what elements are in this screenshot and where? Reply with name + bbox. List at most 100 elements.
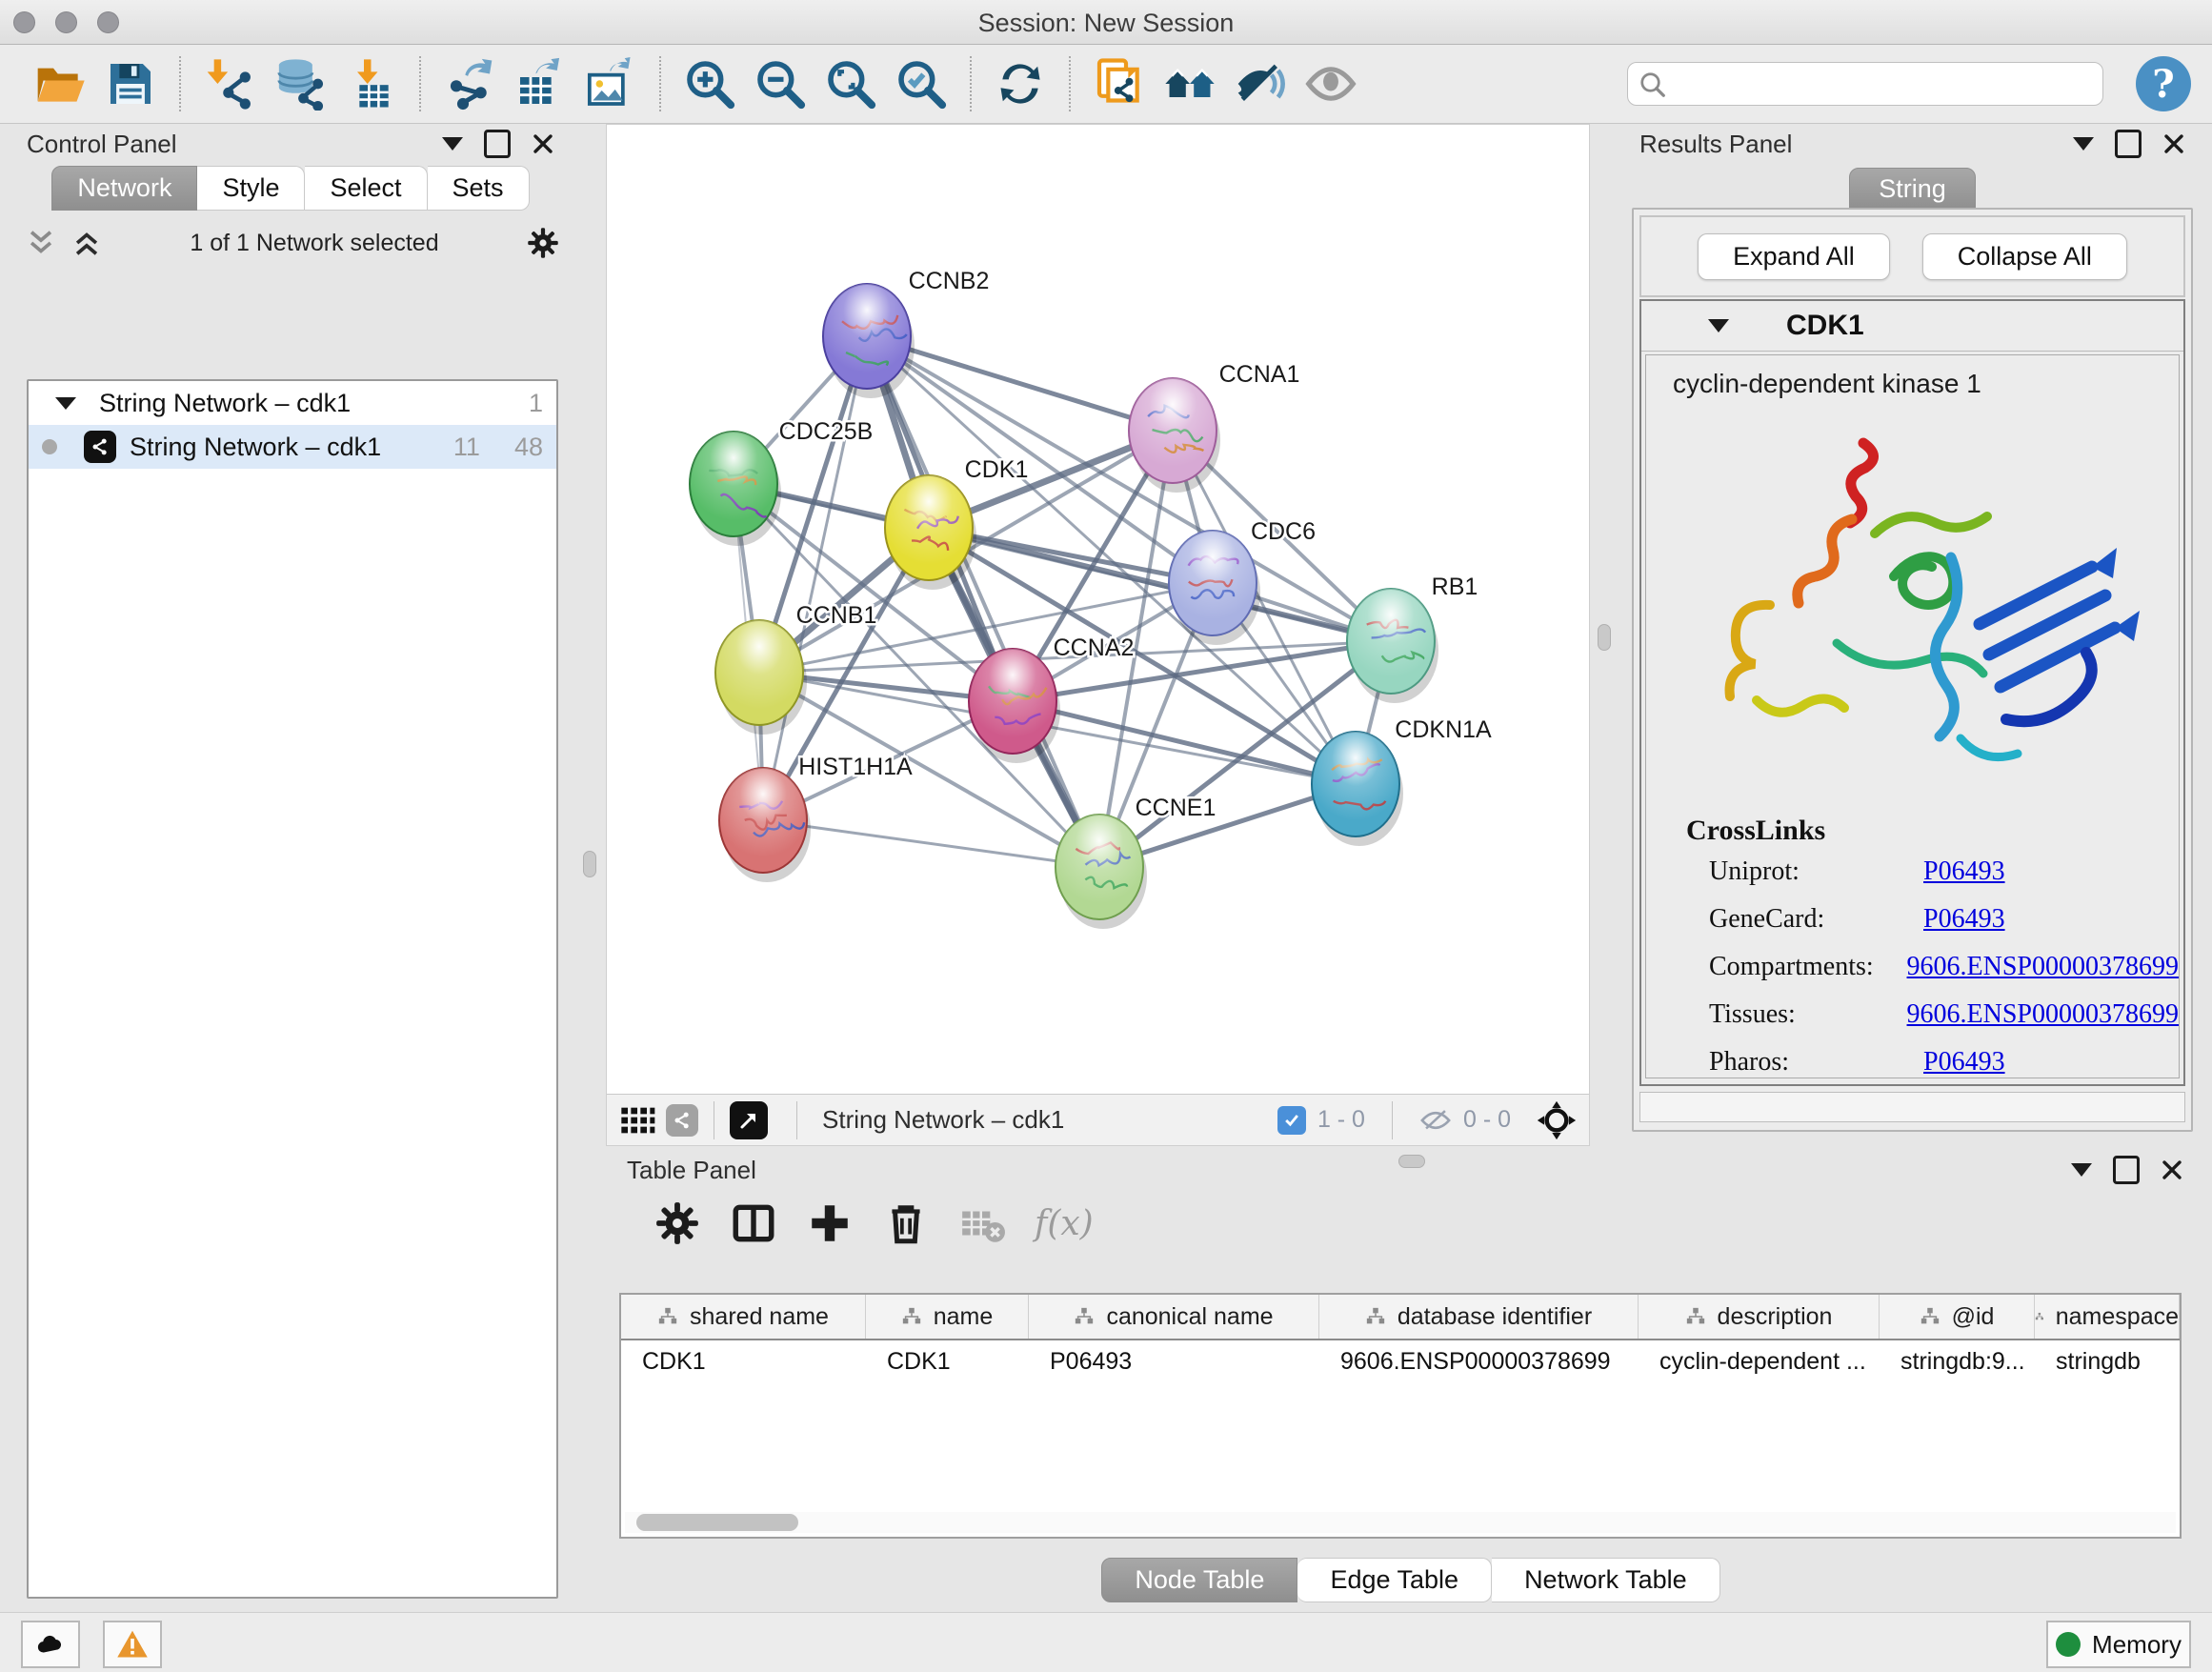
collapse-all-icon[interactable] (25, 227, 57, 259)
gear-icon[interactable] (526, 226, 560, 260)
crosslink-link[interactable]: 9606.ENSP00000378699 (1907, 952, 2179, 982)
help-button[interactable]: ? (2136, 56, 2191, 111)
node-table[interactable]: shared namenamecanonical namedatabase id… (619, 1293, 2182, 1539)
show-all-icon[interactable] (1304, 57, 1357, 111)
show-columns-icon[interactable] (730, 1199, 777, 1247)
column-header--id[interactable]: @id (1880, 1295, 2035, 1339)
export-table-icon[interactable] (513, 57, 567, 111)
import-table-icon[interactable] (344, 57, 397, 111)
tab-network[interactable]: Network (51, 166, 197, 211)
crosslink-link[interactable]: P06493 (1923, 856, 2005, 887)
network-node-rb1[interactable]: RB1 (1347, 574, 1478, 703)
add-column-icon[interactable] (806, 1199, 854, 1247)
refresh-icon[interactable] (994, 57, 1047, 111)
network-view[interactable]: CCNB2CCNA1CDC25BCDK1CDC6RB1CCNB1CCNA2CDK… (606, 124, 1590, 1146)
tab-select[interactable]: Select (305, 166, 427, 211)
open-session-icon[interactable] (33, 57, 87, 111)
float-panel-icon[interactable] (484, 130, 511, 158)
zoom-out-icon[interactable] (754, 57, 807, 111)
tab-string[interactable]: String (1849, 168, 1976, 211)
column-header-description[interactable]: description (1639, 1295, 1880, 1339)
network-node-hist1h1a[interactable]: HIST1H1A (719, 754, 913, 882)
network-node-cdk1[interactable]: CDK1 (885, 456, 1028, 590)
zoom-selected-icon[interactable] (895, 57, 948, 111)
column-header-shared-name[interactable]: shared name (621, 1295, 866, 1339)
table-row[interactable]: CDK1CDK1P064939606.ENSP00000378699cyclin… (621, 1340, 2180, 1382)
cell--id[interactable]: stringdb:9... (1880, 1340, 2035, 1382)
cloud-status-button[interactable] (21, 1621, 80, 1668)
close-panel-icon[interactable] (532, 132, 554, 155)
close-panel-icon[interactable] (2162, 132, 2185, 155)
crosslink-link[interactable]: P06493 (1923, 904, 2005, 935)
hide-selected-icon[interactable] (1234, 57, 1287, 111)
grid-view-icon[interactable] (618, 1101, 656, 1139)
tab-edge-table[interactable]: Edge Table (1297, 1558, 1492, 1602)
network-collection-row[interactable]: String Network – cdk1 1 (29, 381, 556, 425)
export-image-icon[interactable] (584, 57, 637, 111)
memory-button[interactable]: Memory (2046, 1621, 2191, 1668)
network-node-ccna2[interactable]: CCNA2 (969, 635, 1134, 763)
crosslink-link[interactable]: 9606.ENSP00000378699 (1907, 999, 2179, 1030)
network-node-cdkn1a[interactable]: CDKN1A (1312, 716, 1492, 846)
network-node-ccne1[interactable]: CCNE1 (1056, 795, 1216, 929)
vertical-splitter-handle[interactable] (583, 851, 596, 877)
tab-sets[interactable]: Sets (428, 166, 530, 211)
column-header-namespace[interactable]: namespace (2035, 1295, 2180, 1339)
collapse-all-button[interactable]: Collapse All (1922, 233, 2127, 280)
tree-expand-icon[interactable] (55, 397, 76, 410)
collapse-panel-icon[interactable] (442, 137, 463, 151)
tab-node-table[interactable]: Node Table (1101, 1558, 1297, 1602)
export-network-icon[interactable] (443, 57, 496, 111)
scrollbar-thumb[interactable] (636, 1514, 798, 1531)
tab-network-table[interactable]: Network Table (1492, 1558, 1720, 1602)
close-panel-icon[interactable] (2161, 1158, 2183, 1181)
import-network-icon[interactable] (203, 57, 256, 111)
cell-database-identifier[interactable]: 9606.ENSP00000378699 (1319, 1340, 1639, 1382)
navigate-crosshair-icon[interactable] (1536, 1099, 1578, 1141)
network-row[interactable]: String Network – cdk1 11 48 (29, 425, 556, 469)
search-input[interactable] (1627, 62, 2103, 106)
expand-all-icon[interactable] (70, 227, 103, 259)
vertical-splitter-handle[interactable] (1598, 624, 1611, 651)
expand-all-button[interactable]: Expand All (1698, 233, 1890, 280)
column-header-database-identifier[interactable]: database identifier (1319, 1295, 1639, 1339)
search-field[interactable] (1627, 62, 2103, 106)
table-horizontal-scrollbar[interactable] (625, 1512, 2176, 1533)
network-edge[interactable] (763, 820, 1099, 867)
tab-style[interactable]: Style (197, 166, 305, 211)
card-collapse-icon[interactable] (1708, 319, 1729, 332)
save-session-icon[interactable] (104, 57, 157, 111)
cell-namespace[interactable]: stringdb (2035, 1340, 2180, 1382)
zoom-fit-icon[interactable] (824, 57, 877, 111)
cell-canonical-name[interactable]: P06493 (1029, 1340, 1319, 1382)
birds-eye-view-icon[interactable] (730, 1101, 768, 1139)
cell-shared-name[interactable]: CDK1 (621, 1340, 866, 1382)
network-edge[interactable] (867, 336, 1099, 867)
network-edge[interactable] (763, 336, 867, 820)
collapse-panel-icon[interactable] (2071, 1163, 2092, 1177)
horizontal-splitter-handle[interactable] (1398, 1155, 1425, 1168)
import-database-icon[interactable] (273, 57, 327, 111)
cell-name[interactable]: CDK1 (866, 1340, 1029, 1382)
float-panel-icon[interactable] (2113, 1156, 2140, 1184)
column-header-canonical-name[interactable]: canonical name (1029, 1295, 1319, 1339)
network-node-cdc6[interactable]: CDC6 (1169, 518, 1316, 645)
network-node-cdc25b[interactable]: CDC25B (690, 418, 873, 546)
float-panel-icon[interactable] (2115, 130, 2142, 158)
network-canvas[interactable]: CCNB2CCNA1CDC25BCDK1CDC6RB1CCNB1CCNA2CDK… (607, 125, 1589, 1095)
network-node-ccnb2[interactable]: CCNB2 (823, 268, 989, 398)
collapse-panel-icon[interactable] (2073, 137, 2094, 151)
warning-status-button[interactable] (103, 1621, 162, 1668)
selected-checkbox[interactable] (1277, 1106, 1306, 1135)
clone-network-icon[interactable] (1093, 57, 1146, 111)
protein-card-header[interactable]: CDK1 (1641, 301, 2183, 352)
column-header-name[interactable]: name (866, 1295, 1029, 1339)
network-share-icon[interactable] (666, 1104, 698, 1137)
crosslink-link[interactable]: P06493 (1923, 1047, 2005, 1078)
zoom-in-icon[interactable] (683, 57, 736, 111)
cell-description[interactable]: cyclin-dependent ... (1639, 1340, 1880, 1382)
results-scrollbar[interactable] (1639, 1092, 2185, 1122)
first-neighbors-icon[interactable] (1163, 57, 1217, 111)
table-gear-icon[interactable] (654, 1199, 701, 1247)
delete-column-icon[interactable] (882, 1199, 930, 1247)
